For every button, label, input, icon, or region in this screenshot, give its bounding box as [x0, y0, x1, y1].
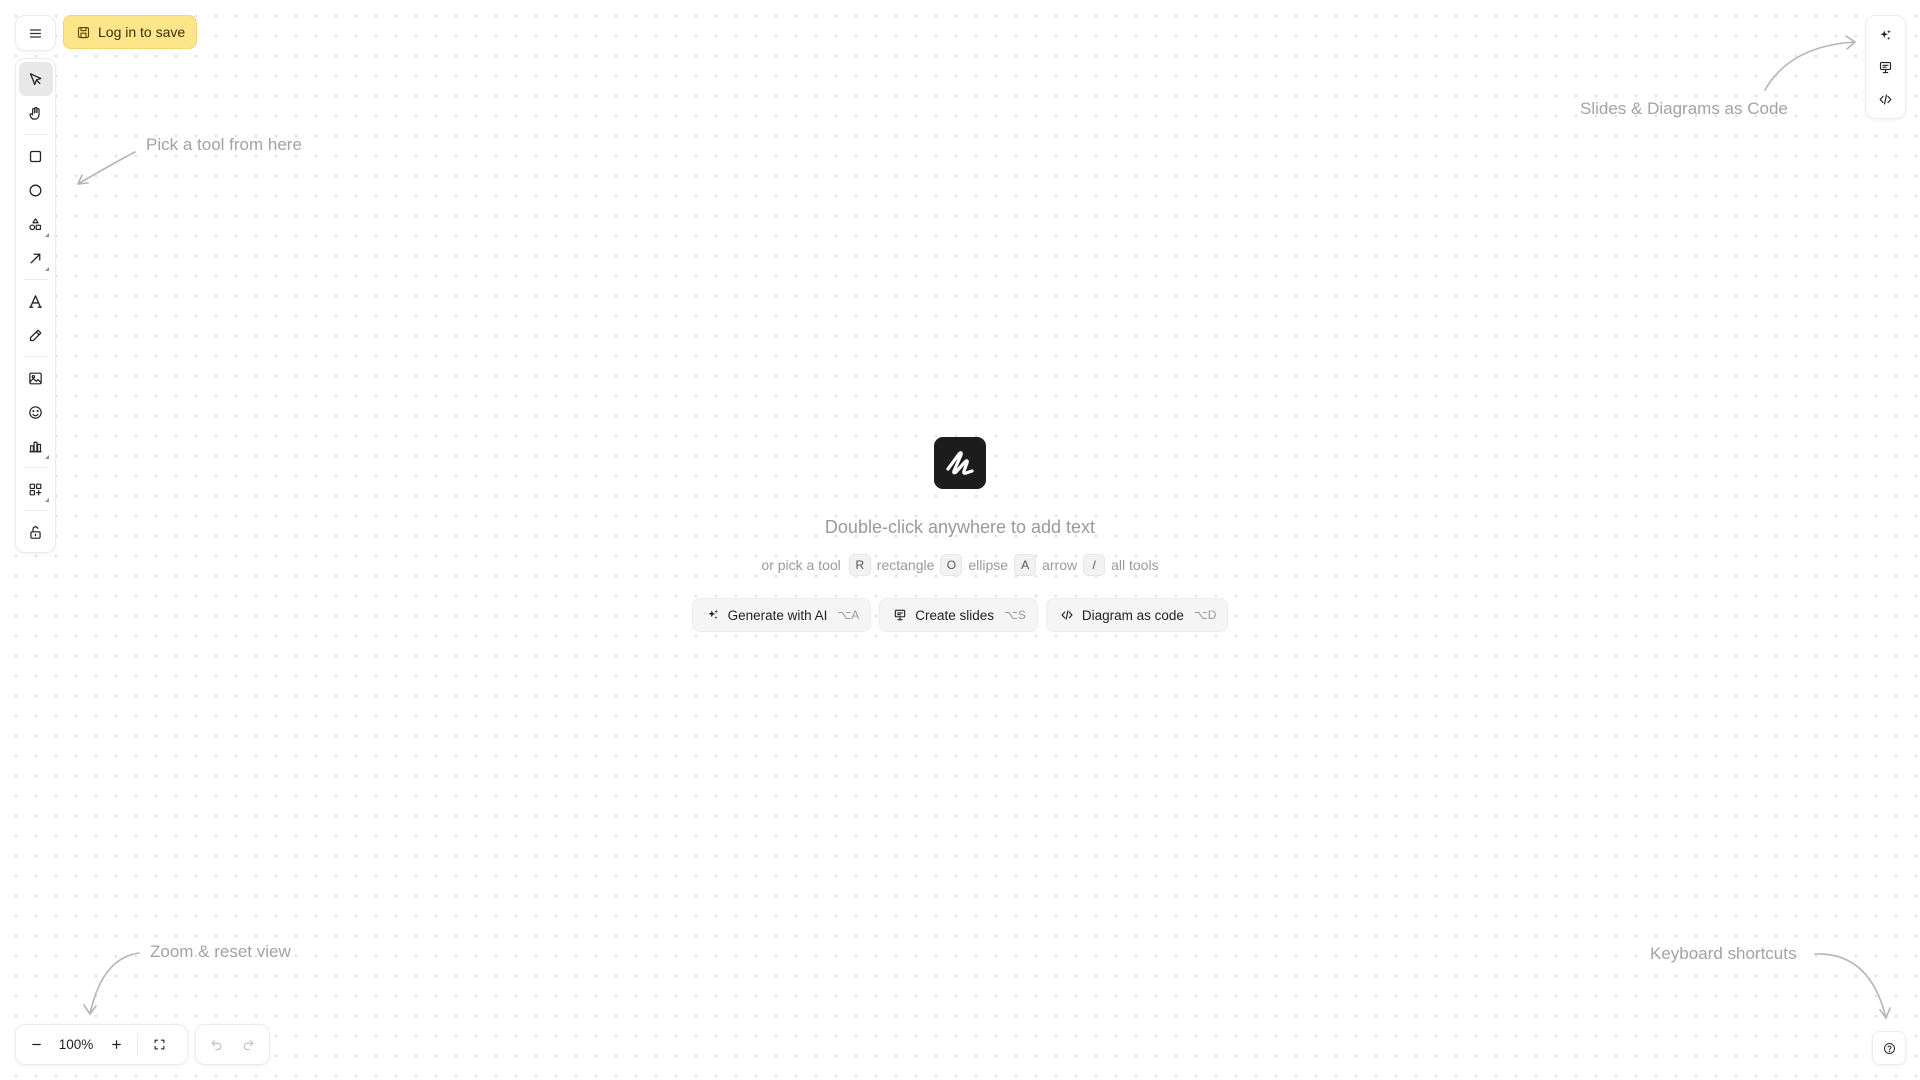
image-icon — [29, 372, 42, 384]
submenu-indicator — [44, 233, 49, 237]
generate-with-ai-shortcut: ⌥A — [837, 608, 860, 622]
zoom-divider — [137, 1032, 138, 1057]
shapes-icon — [29, 217, 42, 230]
submenu-indicator — [44, 267, 49, 271]
circle-icon — [29, 184, 42, 196]
shortcut-label-ellipse: ellipse — [968, 557, 1009, 573]
zoom-out-button[interactable] — [19, 1028, 53, 1062]
shortcut-key-all-tools: / — [1083, 554, 1106, 576]
toolbar-divider — [23, 134, 48, 135]
diagram-as-code-label: Diagram as code — [1081, 607, 1184, 623]
shortcut-key-arrow: A — [1014, 554, 1037, 576]
generate-ai-side-button[interactable] — [1869, 19, 1903, 51]
sparkles-icon — [1880, 29, 1891, 40]
zoom-level-reset-button[interactable]: 100% — [53, 1037, 99, 1052]
create-slides-label: Create slides — [915, 607, 995, 623]
hint-keyboard-shortcuts: Keyboard shortcuts — [1650, 944, 1797, 963]
history-controls — [195, 1024, 270, 1065]
toolbar-divider — [23, 356, 48, 357]
keyboard-shortcuts-help-button[interactable] — [1873, 1032, 1905, 1064]
tool-emoji-button[interactable] — [19, 395, 53, 429]
code-icon — [1061, 610, 1073, 620]
right-actions-panel — [1865, 15, 1906, 119]
code-icon — [1879, 94, 1892, 104]
quick-actions: Generate with AI ⌥A Create slides ⌥S Dia… — [691, 598, 1229, 632]
shortcut-prefix: or pick a tool — [761, 557, 841, 573]
empty-canvas-welcome: Double-click anywhere to add text or pic… — [0, 437, 1920, 632]
plus-icon — [111, 1040, 121, 1049]
tool-text-button[interactable] — [19, 284, 53, 318]
tool-hand-button[interactable] — [19, 96, 53, 130]
smiley-icon — [29, 405, 42, 419]
create-slides-button[interactable]: Create slides ⌥S — [879, 598, 1038, 632]
tool-draw-button[interactable] — [19, 318, 53, 352]
presentation-icon — [1879, 61, 1892, 73]
help-panel — [1872, 1031, 1906, 1065]
shortcut-label-arrow: arrow — [1042, 557, 1078, 573]
arrow-up-right-icon — [30, 253, 41, 263]
hint-pick-tool: Pick a tool from here — [146, 135, 302, 154]
shortcut-key-ellipse: O — [940, 554, 963, 576]
tool-ellipse-button[interactable] — [19, 173, 53, 207]
undo-button[interactable] — [201, 1028, 233, 1062]
zoom-in-button[interactable] — [99, 1028, 133, 1062]
save-icon — [77, 26, 90, 38]
diagram-as-code-shortcut: ⌥D — [1193, 608, 1217, 622]
shortcut-label-all-tools: all tools — [1111, 557, 1159, 573]
tool-select-button[interactable] — [18, 62, 53, 96]
hamburger-icon — [29, 28, 42, 38]
create-slides-side-button[interactable] — [1869, 51, 1903, 83]
tool-image-button[interactable] — [19, 361, 53, 395]
hint-arrow-tools — [77, 151, 136, 185]
generate-with-ai-label: Generate with AI — [727, 607, 828, 623]
scribble-logo-icon — [946, 451, 974, 475]
hint-slides-code: Slides & Diagrams as Code — [1580, 99, 1788, 118]
text-a-icon — [29, 294, 42, 308]
diagram-code-side-button[interactable] — [1869, 83, 1903, 115]
undo-icon — [211, 1040, 222, 1051]
login-to-save-button[interactable]: Log in to save — [63, 15, 198, 49]
tool-arrow-button[interactable] — [19, 241, 53, 275]
redo-icon — [243, 1040, 254, 1051]
tool-shortcut-hints: or pick a tool R rectangle O ellipse A a… — [761, 554, 1159, 576]
presentation-icon — [894, 609, 906, 621]
pencil-icon — [29, 329, 42, 341]
square-icon — [29, 150, 42, 162]
minus-icon — [31, 1043, 41, 1046]
redo-button[interactable] — [233, 1028, 265, 1062]
hint-zoom-reset: Zoom & reset view — [150, 942, 291, 961]
generate-with-ai-button[interactable]: Generate with AI ⌥A — [691, 598, 872, 632]
hint-arrow-zoom — [83, 952, 140, 1015]
shortcut-key-rectangle: R — [848, 554, 871, 576]
shortcut-label-rectangle: rectangle — [876, 557, 935, 573]
sparkles-icon — [707, 609, 718, 620]
question-circle-icon — [1883, 1042, 1895, 1054]
create-slides-shortcut: ⌥S — [1004, 608, 1026, 622]
fit-to-screen-button[interactable] — [142, 1028, 176, 1062]
login-label: Log in to save — [98, 24, 186, 40]
hint-arrow-shortcuts — [1814, 953, 1891, 1019]
toolbar-divider — [23, 279, 48, 280]
tool-rectangle-button[interactable] — [19, 139, 53, 173]
hint-arrow-code — [1764, 35, 1856, 91]
hamburger-menu-button[interactable] — [16, 16, 55, 50]
hand-icon — [29, 106, 40, 120]
fullscreen-icon — [154, 1039, 164, 1050]
cursor-arrow-icon — [29, 72, 42, 85]
zoom-controls: 100% — [15, 1024, 188, 1065]
menu-panel — [15, 15, 56, 51]
tool-shapes-button[interactable] — [19, 207, 53, 241]
empty-canvas-title: Double-click anywhere to add text — [824, 517, 1096, 537]
diagram-as-code-button[interactable]: Diagram as code ⌥D — [1045, 598, 1229, 632]
app-logo — [934, 437, 986, 489]
